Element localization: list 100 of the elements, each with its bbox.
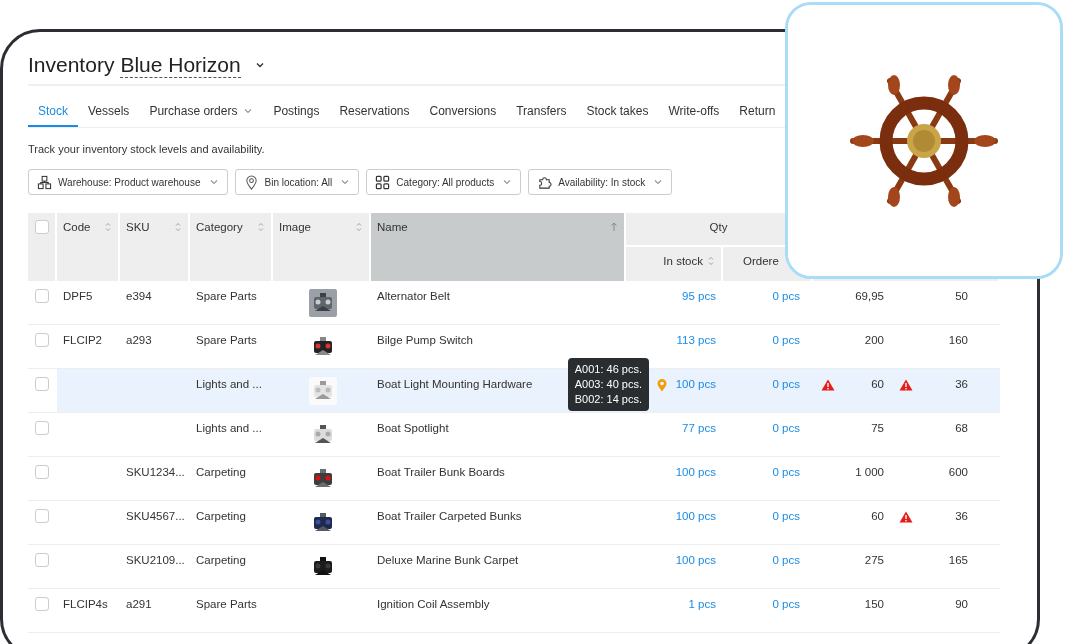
table-cell: 275 bbox=[864, 554, 884, 566]
table-cell: SKU2109... bbox=[126, 554, 185, 566]
table-cell: Ignition Coil Assembly bbox=[377, 598, 490, 610]
sort-icon[interactable] bbox=[174, 221, 182, 233]
row-checkbox[interactable] bbox=[35, 597, 49, 611]
ordered-link[interactable]: 0 pcs bbox=[772, 422, 800, 434]
ordered-link[interactable]: 0 pcs bbox=[772, 466, 800, 478]
tab[interactable]: Purchase orders bbox=[139, 95, 264, 127]
table-cell: Boat Trailer Carpeted Bunks bbox=[377, 510, 522, 522]
row-checkbox[interactable] bbox=[35, 421, 49, 435]
table-cell: 75 bbox=[871, 422, 884, 434]
stock-link[interactable]: 113 pcs bbox=[676, 334, 716, 346]
warehouse-icon bbox=[37, 174, 52, 190]
table-row[interactable]: SKU1234... Carpeting Boat Trailer Bunk Boards 100 pcs 0 pcs 1 000 600 bbox=[28, 457, 1000, 501]
tab[interactable]: Transfers bbox=[506, 95, 577, 127]
table-cell: Deluxe Marine Bunk Carpet bbox=[377, 554, 519, 566]
ordered-link[interactable]: 0 pcs bbox=[772, 290, 800, 302]
sort-arrow-icon[interactable] bbox=[610, 221, 618, 233]
table-cell: a291 bbox=[126, 598, 152, 610]
table-cell: Spare Parts bbox=[196, 598, 257, 610]
page-title: Inventory bbox=[28, 53, 115, 77]
stock-link[interactable]: 100 pcs bbox=[675, 466, 716, 478]
filter-dropdown[interactable]: Warehouse: Product warehouse bbox=[28, 169, 228, 195]
stock-link[interactable]: 95 pcs bbox=[682, 290, 716, 302]
caret-icon bbox=[653, 179, 664, 185]
table-cell: FLCIP2 bbox=[63, 334, 102, 346]
stock-link[interactable]: 100 pcs bbox=[675, 510, 716, 522]
column-header[interactable]: Name bbox=[371, 213, 626, 281]
table-cell: Carpeting bbox=[196, 554, 246, 566]
table-row[interactable]: FLCIP4s a291 Spare Parts Ignition Coil Assembly 1 pcs 0 pcs 150 90 bbox=[28, 589, 1000, 633]
table-cell: 1 000 bbox=[855, 466, 884, 478]
stock-link[interactable]: 1 pcs bbox=[688, 598, 716, 610]
table-row[interactable]: DPF5 e394 Spare Parts Alternator Belt 95 pcs 0 pcs 69,95 50 bbox=[28, 281, 1000, 325]
tab[interactable]: Return bbox=[729, 95, 776, 127]
tab[interactable]: Stock takes bbox=[576, 95, 659, 127]
row-checkbox[interactable] bbox=[35, 553, 49, 567]
table-cell: a293 bbox=[126, 334, 152, 346]
row-checkbox[interactable] bbox=[35, 333, 49, 347]
column-header[interactable]: Category bbox=[190, 213, 273, 281]
column-header[interactable]: Image bbox=[273, 213, 371, 281]
table-row[interactable]: Lights and ... Boat Spotlight 77 pcs 0 pcs 75 68 bbox=[28, 413, 1000, 457]
table-cell: Boat Light Mounting Hardware bbox=[377, 378, 533, 390]
table-cell: Boat Trailer Bunk Boards bbox=[377, 466, 505, 478]
table-cell: Lights and ... bbox=[196, 422, 262, 434]
tab[interactable]: Postings bbox=[263, 95, 330, 127]
select-all-checkbox[interactable] bbox=[35, 220, 49, 234]
grid-icon bbox=[375, 174, 391, 190]
column-header[interactable]: Code bbox=[57, 213, 120, 281]
sort-icon[interactable] bbox=[355, 221, 363, 233]
stock-link[interactable]: 100 pcs bbox=[675, 554, 716, 566]
table-cell: Carpeting bbox=[196, 466, 246, 478]
table-cell: 60 bbox=[871, 510, 884, 522]
ordered-link[interactable]: 0 pcs bbox=[772, 598, 800, 610]
sort-icon[interactable] bbox=[104, 221, 112, 233]
tab[interactable]: Reservations bbox=[329, 95, 420, 127]
table-cell: 600 bbox=[948, 466, 968, 478]
warehouse-selector[interactable]: Blue Horizon bbox=[120, 52, 241, 78]
table-cell: 90 bbox=[955, 598, 968, 610]
table-row[interactable]: SKU4567... Carpeting Boat Trailer Carpeted Bunks 100 pcs 0 pcs 60 36 bbox=[28, 501, 1000, 545]
table-cell: 150 bbox=[864, 598, 884, 610]
description: Track your inventory stock levels and availability. bbox=[28, 143, 266, 155]
table-cell: Carpeting bbox=[196, 510, 246, 522]
caret-icon[interactable] bbox=[254, 62, 265, 68]
ordered-link[interactable]: 0 pcs bbox=[772, 334, 800, 346]
puzzle-icon bbox=[537, 174, 553, 190]
stock-link[interactable]: 77 pcs bbox=[682, 422, 716, 434]
tab[interactable]: Stock bbox=[28, 95, 78, 127]
column-header[interactable]: Ordere bbox=[743, 255, 779, 267]
table-cell: Lights and ... bbox=[196, 378, 262, 390]
sort-icon[interactable] bbox=[257, 221, 265, 233]
column-header[interactable]: In stock bbox=[663, 255, 703, 267]
filter-dropdown[interactable]: Availability: In stock bbox=[528, 169, 673, 195]
location-pin-icon bbox=[243, 174, 259, 190]
tab[interactable]: Conversions bbox=[419, 95, 507, 127]
table-cell: Boat Spotlight bbox=[377, 422, 449, 434]
filter-dropdown[interactable]: Bin location: All bbox=[234, 169, 360, 195]
table-cell: FLCIP4s bbox=[63, 598, 108, 610]
tab[interactable]: Write-offs bbox=[658, 95, 730, 127]
row-checkbox[interactable] bbox=[35, 465, 49, 479]
table-cell: SKU4567... bbox=[126, 510, 185, 522]
table-cell: Spare Parts bbox=[196, 334, 257, 346]
row-checkbox[interactable] bbox=[35, 509, 49, 523]
column-header[interactable]: SKU bbox=[120, 213, 190, 281]
table-cell: 36 bbox=[955, 510, 968, 522]
ordered-link[interactable]: 0 pcs bbox=[772, 510, 800, 522]
table-row[interactable]: SKU2109... Carpeting Deluxe Marine Bunk Carpet 100 pcs 0 pcs 275 165 bbox=[28, 545, 1000, 589]
table-cell: 68 bbox=[955, 422, 968, 434]
table-cell: 160 bbox=[948, 334, 968, 346]
caret-icon bbox=[208, 179, 219, 185]
table-cell: Bilge Pump Switch bbox=[377, 334, 473, 346]
tooltip-line: A003: 40 pcs. bbox=[574, 377, 642, 392]
row-checkbox[interactable] bbox=[35, 377, 49, 391]
row-checkbox[interactable] bbox=[35, 289, 49, 303]
ordered-link[interactable]: 0 pcs bbox=[772, 554, 800, 566]
caret-icon bbox=[502, 179, 513, 185]
sort-icon[interactable] bbox=[707, 255, 715, 267]
location-pin-icon[interactable] bbox=[655, 378, 668, 392]
tab[interactable]: Vessels bbox=[78, 95, 140, 127]
filter-dropdown[interactable]: Category: All products bbox=[366, 169, 522, 195]
tooltip-line: B002: 14 pcs. bbox=[574, 392, 642, 407]
